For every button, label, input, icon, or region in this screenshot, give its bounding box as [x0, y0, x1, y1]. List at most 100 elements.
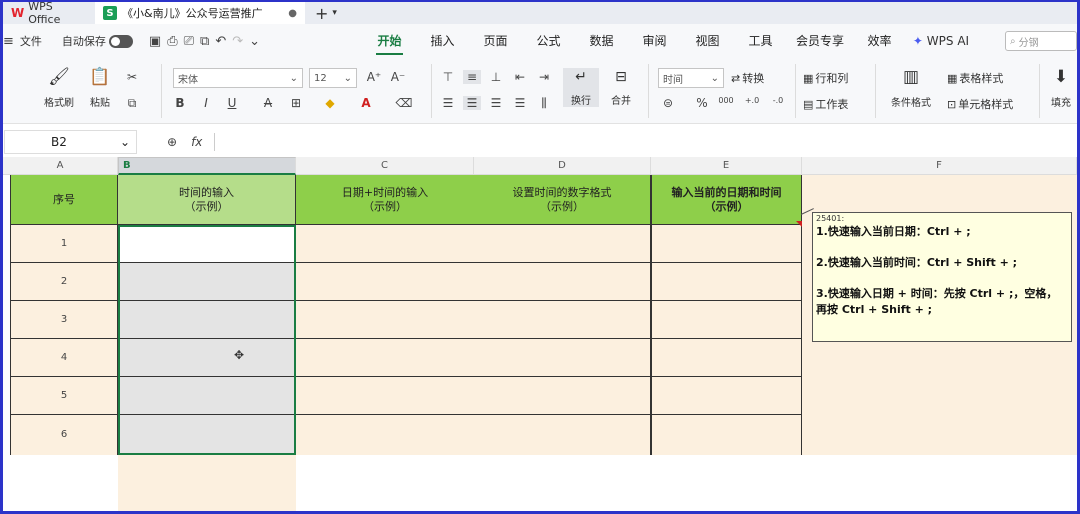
- table-cell-seq[interactable]: 3: [10, 301, 118, 339]
- distributed-icon[interactable]: ⫼: [535, 96, 553, 111]
- quick-access-more-icon[interactable]: ⌄: [249, 34, 260, 49]
- undo-icon[interactable]: ↶: [215, 34, 226, 49]
- format-painter-button[interactable]: 🖌 格式刷: [41, 66, 77, 109]
- table-cell-datetime[interactable]: [296, 377, 474, 415]
- bold-icon[interactable]: B: [171, 96, 189, 110]
- underline-icon[interactable]: U: [223, 96, 241, 110]
- align-center-icon[interactable]: ☰: [463, 96, 481, 110]
- table-cell-seq[interactable]: 1: [10, 225, 118, 263]
- column-header-d[interactable]: D: [474, 157, 651, 175]
- table-cell-time[interactable]: [118, 339, 296, 377]
- decrease-decimal-button[interactable]: -.0: [769, 96, 787, 105]
- table-cell-seq[interactable]: 4: [10, 339, 118, 377]
- paste-button[interactable]: 📋 粘贴: [83, 66, 117, 109]
- header-cell-current-datetime[interactable]: 输入当前的日期和时间 （示例）: [651, 175, 802, 225]
- align-middle-icon[interactable]: ≡: [463, 70, 481, 84]
- search-input[interactable]: ⌕ 分钢: [1005, 31, 1077, 51]
- tab-efficiency[interactable]: 效率: [853, 24, 906, 58]
- table-cell-numfmt[interactable]: [474, 339, 651, 377]
- column-header-f[interactable]: F: [802, 157, 1077, 175]
- italic-icon[interactable]: I: [197, 96, 215, 110]
- border-icon[interactable]: ⊞: [287, 96, 305, 110]
- column-header-e[interactable]: E: [651, 157, 802, 175]
- table-cell-seq[interactable]: 5: [10, 377, 118, 415]
- number-format-select[interactable]: 时间 ⌄: [658, 68, 724, 88]
- print-icon[interactable]: ⎚: [184, 34, 194, 49]
- table-cell-datetime[interactable]: [296, 301, 474, 339]
- tab-formulas[interactable]: 公式: [522, 24, 575, 58]
- print-preview-icon[interactable]: ⧉: [200, 34, 209, 49]
- thousands-button[interactable]: 000: [717, 96, 735, 105]
- table-cell-current[interactable]: [651, 415, 802, 455]
- table-cell-datetime[interactable]: [296, 263, 474, 301]
- align-left-icon[interactable]: ☰: [439, 96, 457, 110]
- conditional-format-button[interactable]: ▥ 条件格式: [883, 66, 939, 109]
- tab-page[interactable]: 页面: [469, 24, 522, 58]
- indent-increase-icon[interactable]: ⇥: [535, 70, 553, 84]
- app-home-tab[interactable]: W WPS Office: [3, 2, 95, 26]
- table-cell-numfmt[interactable]: [474, 225, 651, 263]
- copy-icon[interactable]: ⧉: [123, 96, 141, 111]
- column-header-a[interactable]: A: [3, 157, 118, 175]
- save-icon[interactable]: ▣: [149, 34, 161, 49]
- cut-icon[interactable]: ✂: [123, 70, 141, 84]
- table-cell-current[interactable]: [651, 301, 802, 339]
- table-cell-numfmt[interactable]: [474, 377, 651, 415]
- increase-decimal-button[interactable]: +.0: [743, 96, 761, 105]
- tab-review[interactable]: 审阅: [628, 24, 681, 58]
- table-cell-datetime[interactable]: [296, 225, 474, 263]
- table-cell-seq[interactable]: 2: [10, 263, 118, 301]
- strikethrough-icon[interactable]: A: [259, 96, 277, 110]
- tab-member[interactable]: 会员专享: [787, 24, 853, 58]
- worksheet-button[interactable]: ▤ 工作表: [803, 96, 848, 112]
- document-tab[interactable]: S 《小&南儿》公众号运营推广 ●: [95, 2, 305, 24]
- export-icon[interactable]: ⎙: [167, 34, 177, 49]
- percent-button[interactable]: %: [693, 96, 711, 110]
- formula-input[interactable]: [215, 130, 1077, 154]
- cell-comment[interactable]: 25401: 1.快速输入当前日期：Ctrl + ; 2.快速输入当前时间：Ct…: [812, 212, 1072, 342]
- table-cell-time[interactable]: [118, 225, 296, 263]
- tab-view[interactable]: 视图: [681, 24, 734, 58]
- align-bottom-icon[interactable]: ⊥: [487, 70, 505, 84]
- table-cell-current[interactable]: [651, 339, 802, 377]
- autosave-control[interactable]: 自动保存: [62, 33, 133, 49]
- table-cell-numfmt[interactable]: [474, 415, 651, 455]
- name-box[interactable]: B2 ⌄: [4, 130, 137, 154]
- clear-format-icon[interactable]: ⌫: [395, 96, 413, 110]
- table-style-button[interactable]: ▦ 表格样式: [947, 70, 1003, 86]
- autosave-toggle[interactable]: [108, 34, 133, 48]
- tab-list-chevron-icon[interactable]: ▾: [332, 8, 337, 18]
- header-cell-seq[interactable]: 序号: [10, 175, 118, 225]
- cell-style-button[interactable]: ⊡ 单元格样式: [947, 96, 1013, 112]
- table-cell-numfmt[interactable]: [474, 263, 651, 301]
- font-size-up-button[interactable]: A⁺: [365, 70, 383, 84]
- font-name-select[interactable]: 宋体 ⌄: [173, 68, 303, 88]
- column-header-c[interactable]: C: [296, 157, 474, 175]
- justify-icon[interactable]: ☰: [511, 96, 529, 110]
- align-top-icon[interactable]: ⊤: [439, 70, 457, 84]
- indent-decrease-icon[interactable]: ⇤: [511, 70, 529, 84]
- tab-home[interactable]: 开始: [363, 24, 416, 58]
- header-cell-time-input[interactable]: 时间的输入 （示例）: [118, 175, 296, 225]
- redo-icon[interactable]: ↷: [232, 34, 243, 49]
- currency-icon[interactable]: ⊜: [659, 96, 677, 110]
- new-tab-button[interactable]: +: [315, 4, 328, 23]
- table-cell-time[interactable]: [118, 263, 296, 301]
- table-cell-current[interactable]: [651, 377, 802, 415]
- wrap-text-button[interactable]: ↵ 换行: [563, 68, 599, 107]
- merge-button[interactable]: ⊟ 合并: [603, 68, 639, 107]
- convert-button[interactable]: ⇄ 转换: [731, 70, 764, 86]
- tab-insert[interactable]: 插入: [416, 24, 469, 58]
- table-cell-time[interactable]: [118, 377, 296, 415]
- align-right-icon[interactable]: ☰: [487, 96, 505, 110]
- zoom-search-icon[interactable]: ⊕: [167, 135, 177, 149]
- table-cell-time[interactable]: [118, 301, 296, 339]
- column-b-below[interactable]: [118, 455, 296, 511]
- fx-icon[interactable]: fx: [191, 135, 202, 149]
- tab-tools[interactable]: 工具: [734, 24, 787, 58]
- fill-button[interactable]: ⬇ 填充: [1047, 66, 1075, 109]
- table-cell-seq[interactable]: 6: [10, 415, 118, 455]
- table-cell-current[interactable]: [651, 263, 802, 301]
- table-cell-datetime[interactable]: [296, 339, 474, 377]
- menu-hamburger-icon[interactable]: ≡: [3, 34, 14, 49]
